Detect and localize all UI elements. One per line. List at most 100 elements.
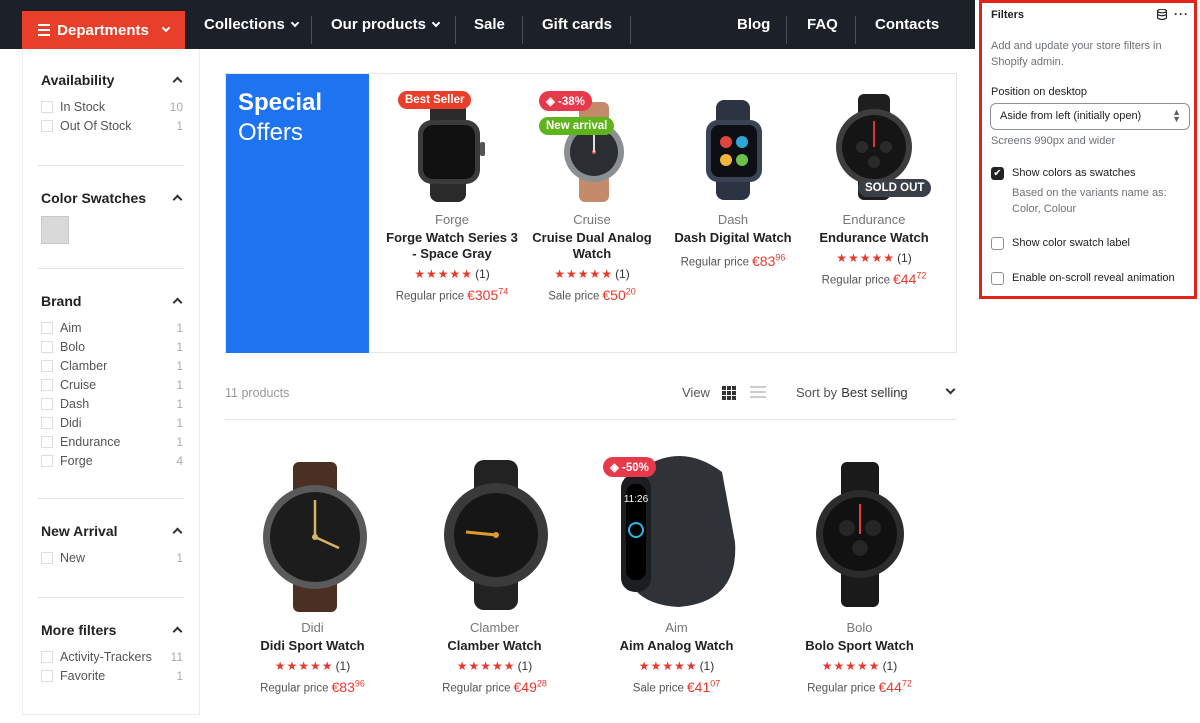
offers-title-block: Special Offers <box>226 74 369 353</box>
checkbox[interactable] <box>41 321 53 334</box>
product-name[interactable]: Aim Analog Watch <box>604 638 749 654</box>
filter-new-arrival-header[interactable]: New Arrival <box>41 523 183 539</box>
review-count: (1) <box>517 659 533 673</box>
product-card: Bolo Bolo Sport Watch ★★★★★ (1) Regular p… <box>787 620 932 695</box>
product-brand: Clamber <box>469 620 520 635</box>
filter-sidebar: Availability In Stock 10 Out Of Stock 1 Co… <box>22 49 200 715</box>
rating-stars: ★★★★★ (1) <box>456 659 533 673</box>
checkbox[interactable] <box>41 359 53 372</box>
product-brand: Cruise <box>573 212 611 227</box>
filter-option-cruise[interactable]: Cruise 1 <box>41 375 183 394</box>
filter-option-favorite[interactable]: Favorite 1 <box>41 666 183 685</box>
product-brand: Aim <box>665 620 688 635</box>
offers-title: Special <box>238 89 323 116</box>
checkbox[interactable] <box>41 416 53 429</box>
product-name[interactable]: Dash Digital Watch <box>667 230 799 246</box>
product-price: Regular price €4928 <box>442 678 547 695</box>
review-count: (1) <box>699 659 715 673</box>
product-name[interactable]: Endurance Watch <box>808 230 940 246</box>
sort-select[interactable]: Sort by Best selling <box>796 385 908 400</box>
product-brand: Dash <box>717 212 749 227</box>
product-name[interactable]: Clamber Watch <box>422 638 567 654</box>
filter-option-new[interactable]: New 1 <box>41 548 183 567</box>
checkbox[interactable] <box>41 454 53 467</box>
panel-title: Filters <box>991 9 1025 21</box>
filter-option-in-stock[interactable]: In Stock 10 <box>41 97 183 116</box>
product-image[interactable] <box>692 100 778 200</box>
product-image[interactable] <box>406 102 498 202</box>
nav-divider <box>311 16 312 44</box>
product-card: Aim Aim Analog Watch ★★★★★ (1) Sale price… <box>604 620 749 695</box>
filter-option-endurance[interactable]: Endurance 1 <box>41 432 183 451</box>
filter-option-forge[interactable]: Forge 4 <box>41 451 183 470</box>
nav-sale[interactable]: Sale <box>474 0 505 49</box>
checkbox[interactable] <box>41 340 53 353</box>
color-swatch-gray[interactable] <box>41 216 69 244</box>
chevron-up-icon <box>172 297 183 308</box>
chevron-down-icon <box>431 18 441 27</box>
filter-brand-header[interactable]: Brand <box>41 293 183 309</box>
nav-gift-cards[interactable]: Gift cards <box>542 0 612 49</box>
filter-option-dash[interactable]: Dash 1 <box>41 394 183 413</box>
nav-our-products[interactable]: Our products <box>331 0 441 49</box>
filter-option-out-of-stock[interactable]: Out Of Stock 1 <box>41 116 183 135</box>
checkbox[interactable] <box>991 237 1004 250</box>
rating-stars: ★★★★★ (1) <box>274 659 351 673</box>
filter-more-header[interactable]: More filters <box>41 622 183 638</box>
filter-color-header[interactable]: Color Swatches <box>41 190 183 206</box>
show-swatches-checkbox[interactable]: ✔ Show colors as swatches <box>991 167 1136 180</box>
product-name[interactable]: Didi Sport Watch <box>240 638 385 654</box>
list-view-icon[interactable] <box>750 386 766 400</box>
chevron-up-icon <box>172 527 183 538</box>
filter-color-swatches: Color Swatches <box>41 190 183 244</box>
chevron-down-icon <box>290 18 300 27</box>
divider <box>38 268 184 269</box>
chevron-up-icon <box>172 626 183 637</box>
database-icon[interactable] <box>1157 9 1167 20</box>
checkmark-icon[interactable]: ✔ <box>991 167 1004 180</box>
chevron-down-icon <box>161 23 171 33</box>
nav-contacts[interactable]: Contacts <box>875 0 939 49</box>
checkbox[interactable] <box>41 669 53 682</box>
product-name[interactable]: Cruise Dual Analog Watch <box>526 230 658 262</box>
product-name[interactable]: Forge Watch Series 3 - Space Gray <box>386 230 518 262</box>
checkbox[interactable] <box>41 119 53 132</box>
product-image[interactable] <box>805 462 915 607</box>
filter-brand: Brand Aim 1 Bolo 1 Clamber 1 Cruise 1 Dash 1 … <box>41 293 183 470</box>
show-swatch-label-checkbox[interactable]: Show color swatch label <box>991 237 1130 250</box>
checkbox[interactable] <box>41 650 53 663</box>
rating-stars: ★★★★★ (1) <box>821 659 898 673</box>
checkbox[interactable] <box>991 272 1004 285</box>
filter-option-didi[interactable]: Didi 1 <box>41 413 183 432</box>
position-select[interactable]: Aside from left (initially open) ▲ ▼ <box>990 103 1190 130</box>
product-image[interactable] <box>436 460 556 610</box>
nav-blog[interactable]: Blog <box>737 0 770 49</box>
filter-more: More filters Activity-Trackers 11 Favorit… <box>41 622 183 685</box>
filter-option-aim[interactable]: Aim 1 <box>41 318 183 337</box>
nav-collections[interactable]: Collections <box>204 0 300 49</box>
filter-option-clamber[interactable]: Clamber 1 <box>41 356 183 375</box>
product-image[interactable] <box>255 462 375 612</box>
nav-faq[interactable]: FAQ <box>807 0 838 49</box>
checkbox[interactable] <box>41 397 53 410</box>
product-card: Clamber Clamber Watch ★★★★★ (1) Regular p… <box>422 620 567 695</box>
checkbox[interactable] <box>41 435 53 448</box>
grid-view-icon[interactable] <box>722 386 736 400</box>
filter-option-activity-trackers[interactable]: Activity-Trackers 11 <box>41 647 183 666</box>
product-price: Sale price €4107 <box>632 678 721 695</box>
checkbox[interactable] <box>41 551 53 564</box>
filter-option-bolo[interactable]: Bolo 1 <box>41 337 183 356</box>
more-options-icon[interactable]: ··· <box>1174 7 1189 21</box>
checkbox[interactable] <box>41 100 53 113</box>
filter-availability-header[interactable]: Availability <box>41 72 183 88</box>
product-card: Didi Didi Sport Watch ★★★★★ (1) Regular p… <box>240 620 385 695</box>
rating-stars: ★★★★★ (1) <box>414 267 490 281</box>
product-price: Sale price €5020 <box>548 286 636 303</box>
filters-settings-panel: Filters ··· Add and update your store fi… <box>979 0 1197 299</box>
checkbox[interactable] <box>41 378 53 391</box>
departments-button[interactable]: Departments <box>22 11 185 49</box>
badge-sold-out: SOLD OUT <box>858 179 932 197</box>
reveal-animation-checkbox[interactable]: Enable on-scroll reveal animation <box>991 272 1175 285</box>
swatches-note: Based on the variants name as: Color, Co… <box>1012 187 1167 215</box>
product-name[interactable]: Bolo Sport Watch <box>787 638 932 654</box>
